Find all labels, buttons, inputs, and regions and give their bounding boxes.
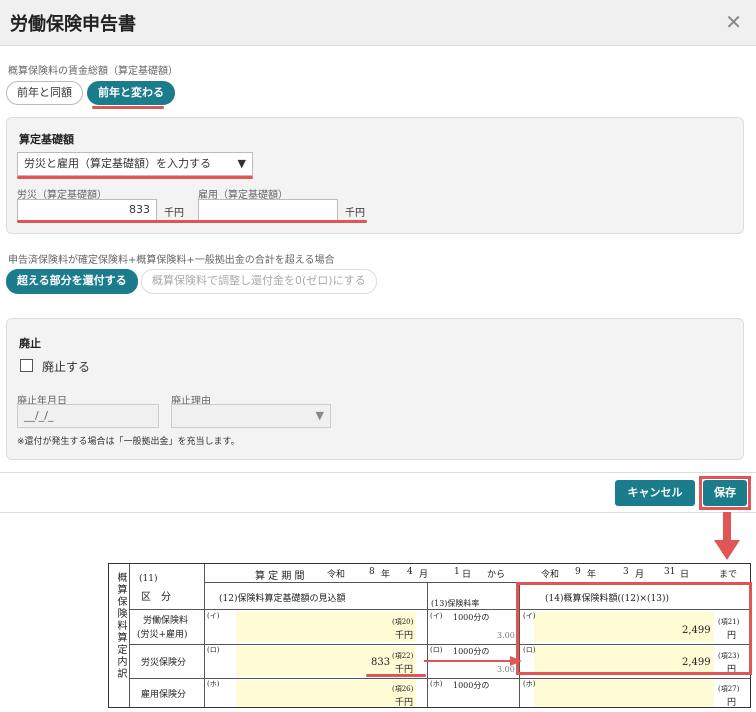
option-adjust-to-zero[interactable]: 概算保険料で調整し還付金を0(ゼロ)にする (141, 269, 377, 294)
highlight-underline (17, 220, 367, 223)
wage-section-label: 概算保険料の賃金総額（算定基礎額） (8, 66, 178, 77)
option-changed-from-last-year[interactable]: 前年と変わる (87, 81, 175, 105)
arrow-right-icon (424, 656, 522, 666)
row2-base-note: (項26) (392, 685, 414, 693)
period-end-month: 3 (623, 567, 629, 577)
row1-base-note: (項22) (392, 652, 414, 660)
period-start-day: 1 (454, 567, 460, 577)
row0-mark: (イ) (207, 612, 220, 620)
select-value: 労災と雇用（算定基礎額）を入力する (24, 157, 211, 170)
row2-base-unit: 千円 (395, 698, 414, 708)
period-year-unit: 年 (381, 570, 391, 580)
row0-base-note: (項20) (392, 618, 414, 626)
base-input-mode-select[interactable]: 労災と雇用（算定基礎額）を入力する ▼ (17, 152, 253, 176)
period-from: から (487, 570, 506, 580)
row2-mark: (ホ) (207, 680, 220, 688)
period-label: 算 定 期 間 (255, 571, 305, 582)
arrow-down-icon (714, 512, 740, 560)
row2-name1: 雇用保険分 (141, 690, 187, 700)
row0-name2: (労災+雇用) (137, 630, 188, 640)
period-end-month-unit: 月 (635, 570, 645, 580)
row2-amount-note: (項27) (718, 685, 740, 693)
row2-amount-mark: (ホ) (523, 680, 536, 688)
period-end-era: 令和 (541, 570, 560, 580)
refund-section-label: 申告済保険料が確定保険料+概算保険料+一般拠出金の合計を超える場合 (8, 255, 335, 266)
col11-number: (11) (139, 574, 158, 584)
col12-header: (12)保険料算定基礎額の見込額 (219, 594, 346, 604)
period-end-year: 9 (575, 567, 581, 577)
section-divider (0, 512, 756, 513)
row0-rate: 3.00 (497, 631, 515, 640)
koyou-amount-input[interactable] (198, 199, 338, 221)
dialog-header: 労働保険申告書 ✕ (0, 0, 756, 46)
chevron-down-icon: ▼ (237, 157, 246, 170)
abolish-note: ※還付が発生する場合は「一般拠出金」を充当します。 (17, 437, 240, 447)
period-month-unit: 月 (419, 570, 429, 580)
row2-amount-unit: 円 (727, 698, 737, 708)
option-same-as-last-year[interactable]: 前年と同額 (6, 81, 83, 105)
row1-rate-mark: (ロ) (430, 646, 443, 654)
row1-base: 833 (371, 657, 391, 668)
col13-header: (13)保険料率 (431, 599, 480, 608)
amount-highlight-box (516, 582, 752, 675)
dialog-title: 労働保険申告書 (10, 14, 136, 35)
abolish-reason-select[interactable]: ▼ (171, 404, 331, 428)
row2-rate-mark: (ホ) (430, 680, 443, 688)
rousai-unit: 千円 (164, 208, 184, 219)
rousai-amount-input[interactable]: 833 (17, 199, 157, 221)
highlight-underline (17, 176, 253, 179)
row0-rate-prefix: 1000分の (453, 613, 490, 622)
period-start-era: 令和 (327, 570, 346, 580)
row1-mark: (ロ) (207, 646, 220, 654)
row0-name1: 労働保険料 (143, 616, 189, 626)
save-button[interactable]: 保存 (703, 480, 747, 506)
koyou-unit: 千円 (345, 208, 365, 219)
period-end-year-unit: 年 (587, 570, 597, 580)
period-start-month: 4 (407, 567, 413, 577)
cancel-button[interactable]: キャンセル (615, 480, 695, 506)
close-icon[interactable]: ✕ (725, 10, 742, 34)
abolish-checkbox[interactable] (20, 359, 33, 372)
row2-rate-prefix: 1000分の (453, 681, 490, 690)
row0-rate-mark: (イ) (430, 612, 443, 620)
highlight-underline (366, 674, 426, 677)
period-until: まで (719, 570, 738, 580)
base-panel-title: 算定基礎額 (19, 133, 74, 146)
abolish-checkbox-label: 廃止する (42, 360, 91, 374)
abolish-panel-title: 廃止 (19, 337, 41, 350)
period-start-year: 8 (369, 567, 375, 577)
chevron-down-icon: ▼ (315, 409, 324, 422)
highlight-underline (92, 106, 164, 109)
col11-label: 区 分 (141, 592, 171, 603)
row1-name1: 労災保険分 (141, 658, 187, 668)
row0-base-unit: 千円 (395, 631, 414, 641)
option-refund-excess[interactable]: 超える部分を還付する (6, 269, 138, 294)
period-day-unit: 日 (462, 570, 472, 580)
side-title: 概算保険料算定内訳 (115, 572, 126, 680)
period-end-day: 31 (664, 567, 676, 577)
abolish-date-input[interactable]: __/_/_ (17, 404, 159, 428)
period-end-day-unit: 日 (680, 570, 690, 580)
footer-divider (0, 472, 756, 473)
